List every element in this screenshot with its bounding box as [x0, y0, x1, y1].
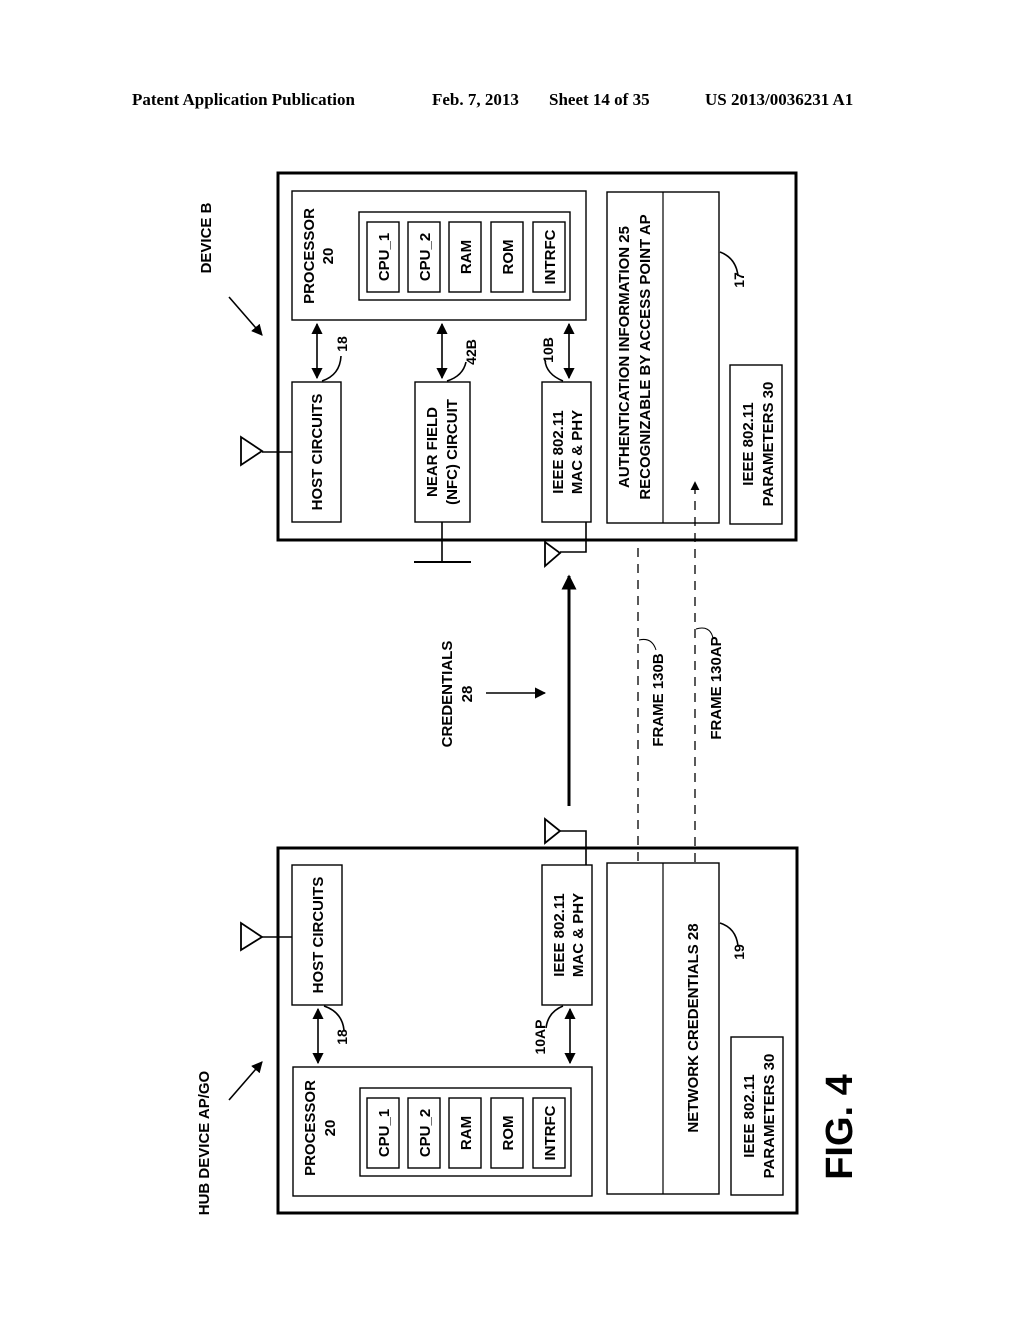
hub-mac-line2: MAC & PHY: [570, 893, 587, 977]
device-b-memory-ref: 17: [731, 272, 747, 288]
device-b-memory-line2: RECOGNIZABLE BY ACCESS POINT AP: [637, 214, 654, 499]
device-b-mac-line2: MAC & PHY: [569, 410, 586, 494]
device-b-params-line2: PARAMETERS 30: [760, 382, 777, 507]
hub-host-circuits-label: HOST CIRCUITS: [310, 877, 327, 994]
hub-mac-ref: 10AP: [532, 1019, 548, 1054]
hub-device-label: HUB DEVICE AP/GO: [196, 1070, 213, 1215]
device-b-mac-line1: IEEE 802.11: [550, 410, 567, 493]
hub-memory-ref-leader: [719, 922, 739, 947]
device-b-pointer-arrow: [228, 296, 263, 336]
frame-130b-ref-leader: [638, 639, 657, 651]
device-b-host-ref: 18: [334, 336, 350, 352]
hub-mac-ref-leader: [545, 1005, 564, 1029]
device-b-mac-antenna-icon: [544, 540, 562, 568]
device-b-nfc-ref: 42B: [463, 339, 479, 365]
device-b-chip-label-cpu-2: CPU_2: [417, 233, 434, 281]
device-b-processor-ref: 20: [320, 248, 337, 265]
hub-mac-line1: IEEE 802.11: [551, 893, 568, 976]
device-b-chip-label-intrfc: INTRFC: [542, 229, 559, 284]
hub-mac-antenna-icon: [544, 817, 562, 845]
frame-130b-label: FRAME 130B: [650, 653, 667, 747]
hub-memory-label: NETWORK CREDENTIALS 28: [685, 923, 702, 1132]
device-b-params-line1: IEEE 802.11: [740, 402, 757, 485]
credentials-label-line1: CREDENTIALS: [439, 641, 456, 748]
hub-device-pointer-arrow: [228, 1061, 263, 1101]
hub-chip-label-ram: RAM: [458, 1116, 475, 1150]
device-b-nfc-line1: NEAR FIELD: [424, 407, 441, 497]
hub-params-line1: IEEE 802.11: [741, 1074, 758, 1157]
device-b-host-antenna-icon: [240, 435, 264, 467]
device-b-chip-label-cpu-1: CPU_1: [376, 233, 393, 281]
hub-processor-title: PROCESSOR: [302, 1080, 319, 1176]
figure-label: FIG. 4: [819, 1074, 861, 1180]
hub-host-ref-leader: [323, 1005, 345, 1031]
device-b-host-ref-leader: [321, 355, 342, 382]
device-b-memory-line1: AUTHENTICATION INFORMATION 25: [616, 226, 633, 488]
hub-chip-label-rom: ROM: [500, 1116, 517, 1151]
hub-params-line2: PARAMETERS 30: [761, 1054, 778, 1179]
hub-chip-label-cpu-1: CPU_1: [376, 1109, 393, 1157]
hub-chip-group: CPU_1 CPU_2 RAM ROM INTRFC: [366, 1097, 566, 1169]
device-b-mac-ref: 10B: [540, 337, 556, 363]
hub-processor-ref: 20: [322, 1120, 339, 1137]
hub-chip-label-cpu-2: CPU_2: [417, 1109, 434, 1157]
device-b-host-circuits-label: HOST CIRCUITS: [309, 394, 326, 511]
device-b-chip-label-ram: RAM: [458, 240, 475, 274]
hub-host-antenna-icon: [240, 921, 264, 952]
device-b-chip-group: CPU_1 CPU_2 RAM ROM INTRFC: [366, 221, 566, 293]
frame-130ap-label: FRAME 130AP: [708, 636, 725, 739]
hub-chip-label-intrfc: INTRFC: [542, 1105, 559, 1160]
hub-memory-ref: 19: [731, 944, 747, 960]
device-b-label: DEVICE B: [198, 202, 215, 273]
device-b-mac-antenna-line: [560, 522, 587, 553]
device-b: DEVICE B PROCESSOR 20 CPU_1 CPU_2 RAM ROM IN…: [198, 171, 798, 568]
hub-host-ref: 18: [334, 1029, 350, 1045]
credentials-label-line2: 28: [459, 686, 476, 703]
fig4-diagram: DEVICE B PROCESSOR 20 CPU_1 CPU_2 RAM ROM IN…: [196, 171, 861, 1215]
device-b-nfc-line2: (NFC) CIRCUIT: [444, 399, 461, 505]
hub-device: HUB DEVICE AP/GO HOST CIRCUITS 18 IEEE 8…: [196, 817, 799, 1215]
device-b-processor-title: PROCESSOR: [301, 208, 318, 304]
device-b-chip-label-rom: ROM: [500, 240, 517, 275]
